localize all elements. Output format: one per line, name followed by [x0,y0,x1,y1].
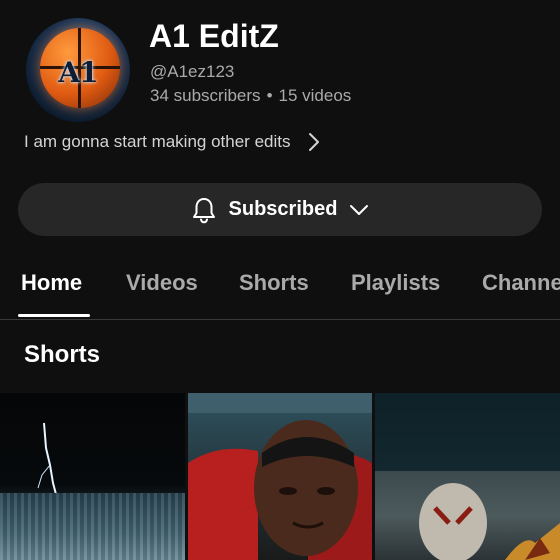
short-thumbnail[interactable] [375,393,560,560]
short-thumbnail[interactable] [0,393,185,560]
stats-separator: • [266,86,273,105]
tab-channels[interactable]: Channels [482,270,560,296]
channel-handle: @A1ez123 [150,62,235,81]
subscribed-label: Subscribed [228,198,338,220]
warrior-portrait [419,483,560,560]
channel-tabs: Home Videos Shorts Playlists Channels [0,258,560,320]
avatar-logo-text: A1 [58,56,98,89]
athlete-portrait [188,393,372,560]
tab-playlists[interactable]: Playlists [351,270,440,296]
tab-shorts[interactable]: Shorts [239,270,309,296]
bell-icon [192,197,215,223]
channel-name: A1 EditZ [149,18,279,54]
short-thumbnail[interactable] [188,393,372,560]
tab-videos[interactable]: Videos [126,270,198,296]
video-count: 15 videos [278,86,352,105]
active-tab-indicator [18,314,90,317]
chevron-down-icon [350,204,369,215]
channel-description[interactable]: I am gonna start making other edits [24,132,320,152]
tab-home[interactable]: Home [21,270,82,296]
arena-crowd [0,493,185,560]
shorts-section-title: Shorts [24,341,101,368]
shorts-shelf [0,393,560,560]
description-text: I am gonna start making other edits [24,132,291,151]
channel-stats: 34 subscribers • 15 videos [150,86,351,106]
subscriber-count: 34 subscribers [150,86,261,105]
channel-avatar[interactable]: A1 [26,18,130,122]
chevron-right-icon [309,133,320,151]
subscribed-button[interactable]: Subscribed [18,183,542,236]
